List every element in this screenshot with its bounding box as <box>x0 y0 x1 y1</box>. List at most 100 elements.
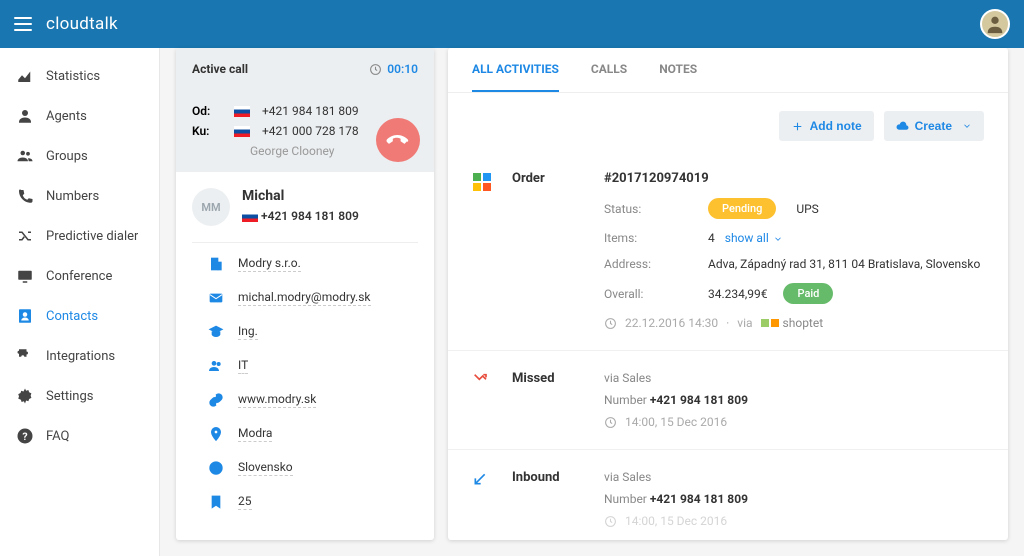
tab-all[interactable]: ALL ACTIVITIES <box>472 48 559 92</box>
detail-city: Modra <box>208 417 402 451</box>
detail-country: Slovensko <box>208 451 402 485</box>
sidebar-label: Statistics <box>46 69 100 84</box>
help-icon: ? <box>16 427 34 445</box>
detail-company: Modry s.r.o. <box>208 247 402 281</box>
missed-meta: 14:00, 15 Dec 2016 <box>604 415 984 429</box>
activity-label: Missed <box>512 371 584 429</box>
sidebar-label: Settings <box>46 389 93 404</box>
chevron-down-icon <box>962 121 972 131</box>
overall-value: 34.234,99€ <box>708 287 767 301</box>
chart-icon <box>16 67 34 85</box>
contact-name: Michal <box>242 188 359 204</box>
sidebar-label: Predictive dialer <box>46 229 138 244</box>
building-icon <box>208 256 224 272</box>
tab-notes[interactable]: NOTES <box>659 48 697 92</box>
tabs: ALL ACTIVITIES CALLS NOTES <box>448 48 1008 93</box>
create-button[interactable]: Create <box>884 111 984 141</box>
activities-panel: ALL ACTIVITIES CALLS NOTES Add note Crea… <box>448 48 1008 540</box>
detail-email: michal.modry@modry.sk <box>208 281 402 315</box>
sidebar-label: FAQ <box>46 429 69 444</box>
sidebar-item-statistics[interactable]: Statistics <box>0 56 159 96</box>
carrier: UPS <box>796 202 818 216</box>
shuffle-icon <box>16 227 34 245</box>
active-call-title: Active call <box>192 62 248 76</box>
from-label: Od: <box>192 104 222 118</box>
activity-label: Order <box>512 171 584 330</box>
activity-missed: Missed via Sales Number +421 984 181 809… <box>448 351 1008 450</box>
shoptet-logo: shoptet <box>761 316 824 330</box>
sidebar-label: Numbers <box>46 189 99 204</box>
sidebar-item-settings[interactable]: Settings <box>0 376 159 416</box>
activity-order: Order #2017120974019 Status: Pending UPS… <box>448 151 1008 351</box>
address-label: Address: <box>604 257 708 271</box>
to-label: Ku: <box>192 124 222 138</box>
sidebar-item-conference[interactable]: Conference <box>0 256 159 296</box>
items-label: Items: <box>604 231 708 245</box>
detail-title: Ing. <box>208 315 402 349</box>
call-timer: 00:10 <box>369 62 418 76</box>
items-count: 4 <box>708 231 715 245</box>
brand-logo: cloudtalk <box>46 14 118 34</box>
user-avatar[interactable] <box>980 9 1010 39</box>
activity-label: Inbound <box>512 470 584 528</box>
activity-inbound: Inbound via Sales Number +421 984 181 80… <box>448 450 1008 540</box>
order-id: #2017120974019 <box>604 171 984 186</box>
contact-details: Modry s.r.o. michal.modry@modry.sk Ing. … <box>192 242 418 531</box>
sidebar-item-faq[interactable]: ? FAQ <box>0 416 159 456</box>
add-note-button[interactable]: Add note <box>779 111 874 141</box>
flag-icon <box>234 106 250 117</box>
detail-dept: IT <box>208 349 402 383</box>
status-label: Status: <box>604 202 708 216</box>
inbound-call-icon <box>472 471 492 491</box>
sidebar-item-groups[interactable]: Groups <box>0 136 159 176</box>
sidebar-item-contacts[interactable]: Contacts <box>0 296 159 336</box>
missed-call-icon <box>472 372 492 392</box>
person-icon <box>16 107 34 125</box>
clock-icon <box>604 515 617 528</box>
sidebar-item-predictive[interactable]: Predictive dialer <box>0 216 159 256</box>
inbound-number-line: Number +421 984 181 809 <box>604 492 984 506</box>
phone-icon <box>16 187 34 205</box>
graduation-icon <box>208 324 224 340</box>
menu-icon[interactable] <box>14 17 32 31</box>
topbar: cloudtalk <box>0 0 1024 48</box>
from-number: +421 984 181 809 <box>262 104 359 118</box>
clock-icon <box>604 416 617 429</box>
bookmark-icon <box>208 494 224 510</box>
conference-icon <box>16 267 34 285</box>
to-number: +421 000 728 178 <box>262 124 359 138</box>
inbound-meta: 14:00, 15 Dec 2016 <box>604 514 984 528</box>
hangup-button[interactable] <box>376 118 420 162</box>
sidebar-item-numbers[interactable]: Numbers <box>0 176 159 216</box>
missed-via: via Sales <box>604 371 984 385</box>
group-icon <box>16 147 34 165</box>
sidebar-item-agents[interactable]: Agents <box>0 96 159 136</box>
pin-icon <box>208 426 224 442</box>
detail-website: www.modry.sk <box>208 383 402 417</box>
sidebar-item-integrations[interactable]: Integrations <box>0 336 159 376</box>
address-value: Adva, Západný rad 31, 811 04 Bratislava,… <box>708 257 980 271</box>
gear-icon <box>16 387 34 405</box>
contact-avatar: MM <box>192 188 230 226</box>
call-info: Od: +421 984 181 809 Ku: +421 000 728 17… <box>176 90 434 172</box>
contact-panel: Active call 00:10 Od: +421 984 181 809 K… <box>176 48 434 540</box>
status-badge: Pending <box>708 198 776 219</box>
actions-bar: Add note Create <box>448 93 1008 151</box>
paid-badge: Paid <box>783 283 833 304</box>
show-all-link[interactable]: show all <box>725 231 783 245</box>
contacts-icon <box>16 307 34 325</box>
contact-header: MM Michal +421 984 181 809 <box>176 172 434 242</box>
cloud-icon <box>896 120 909 133</box>
active-call-header: Active call 00:10 <box>176 48 434 90</box>
missed-number-line: Number +421 984 181 809 <box>604 393 984 407</box>
sidebar-label: Groups <box>46 149 88 164</box>
group-icon <box>208 358 224 374</box>
tab-calls[interactable]: CALLS <box>591 48 627 92</box>
sidebar-label: Conference <box>46 269 112 284</box>
link-icon <box>208 392 224 408</box>
sidebar: Statistics Agents Groups Numbers Predict… <box>0 48 160 556</box>
sidebar-label: Contacts <box>46 309 98 324</box>
flag-icon <box>234 126 250 137</box>
sidebar-label: Agents <box>46 109 87 124</box>
clock-icon <box>604 317 617 330</box>
